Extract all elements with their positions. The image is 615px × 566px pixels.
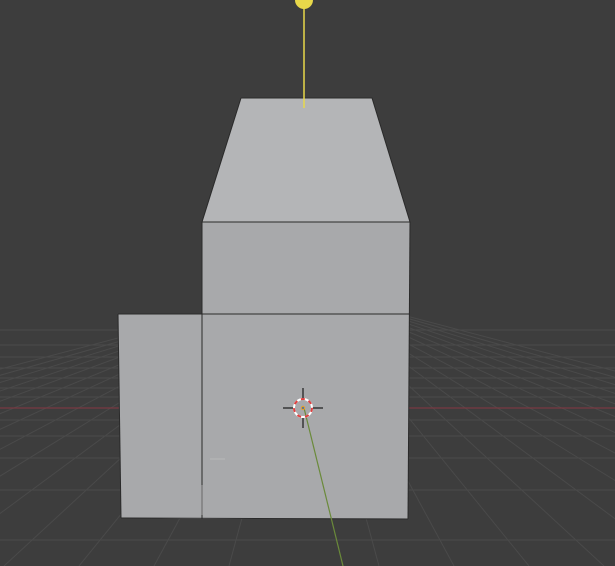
mesh-face-left-block[interactable]: [118, 314, 202, 519]
3d-viewport[interactable]: [0, 0, 615, 566]
viewport-canvas[interactable]: [0, 0, 615, 566]
mesh-face-main-block[interactable]: [202, 222, 410, 519]
